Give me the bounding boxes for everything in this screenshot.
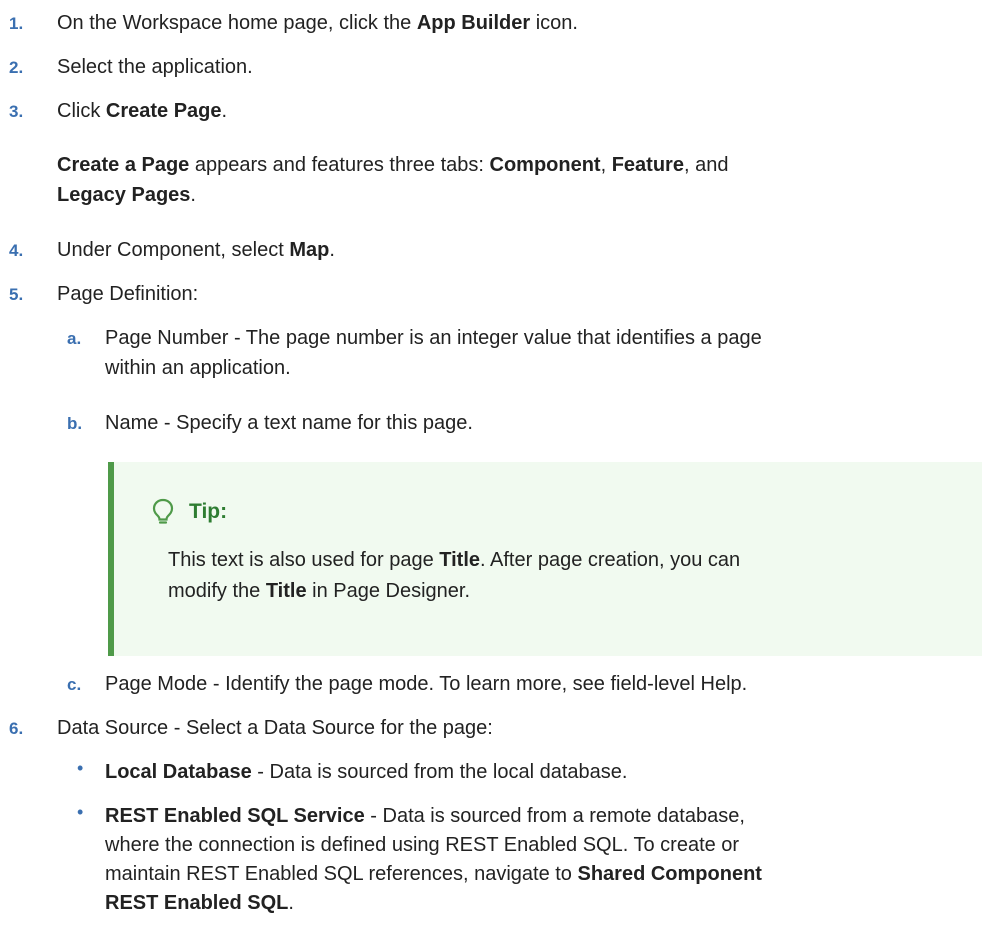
substep-letter: b. (67, 414, 83, 433)
bullet-text: Local Database - Data is sourced from th… (105, 761, 628, 783)
step-text: Page Definition: (57, 283, 199, 305)
step-number: 4. (9, 241, 24, 260)
tip-body: This text is also used for page Title. A… (168, 549, 741, 602)
create-page-label: Create Page (105, 100, 222, 122)
substep-letter: a. (67, 329, 82, 348)
substep-text: Page Mode - Identify the page mode. To l… (105, 673, 748, 695)
bullet-dot: • (77, 802, 84, 822)
create-page-description: Create a Page appears and features three… (57, 154, 729, 206)
tip-title: Tip: (189, 500, 228, 523)
step-text: Under Component, select Map. (57, 239, 335, 261)
step-text: Data Source - Select a Data Source for t… (57, 717, 493, 739)
bullet-text: REST Enabled SQL Service - Data is sourc… (105, 805, 762, 914)
step-number: 1. (9, 14, 24, 33)
tip-callout: Tip: This text is also used for page Tit… (108, 462, 982, 656)
step-number: 5. (9, 285, 24, 304)
substep-letter: c. (67, 675, 82, 694)
lightbulb-icon (151, 498, 175, 532)
substep-text: Page Number - The page number is an inte… (105, 327, 762, 379)
substep-text: Name - Specify a text name for this page… (105, 412, 473, 434)
step-text: Click Create Page. (57, 100, 228, 122)
step-number: 2. (9, 58, 24, 77)
step-text: On the Workspace home page, click the Ap… (57, 12, 578, 34)
step-number: 3. (9, 102, 24, 121)
step-number: 6. (9, 719, 24, 738)
map-label: Map (289, 239, 330, 261)
step-text: Select the application. (57, 56, 253, 78)
app-builder-label: App Builder (416, 12, 531, 34)
bullet-dot: • (77, 758, 84, 778)
